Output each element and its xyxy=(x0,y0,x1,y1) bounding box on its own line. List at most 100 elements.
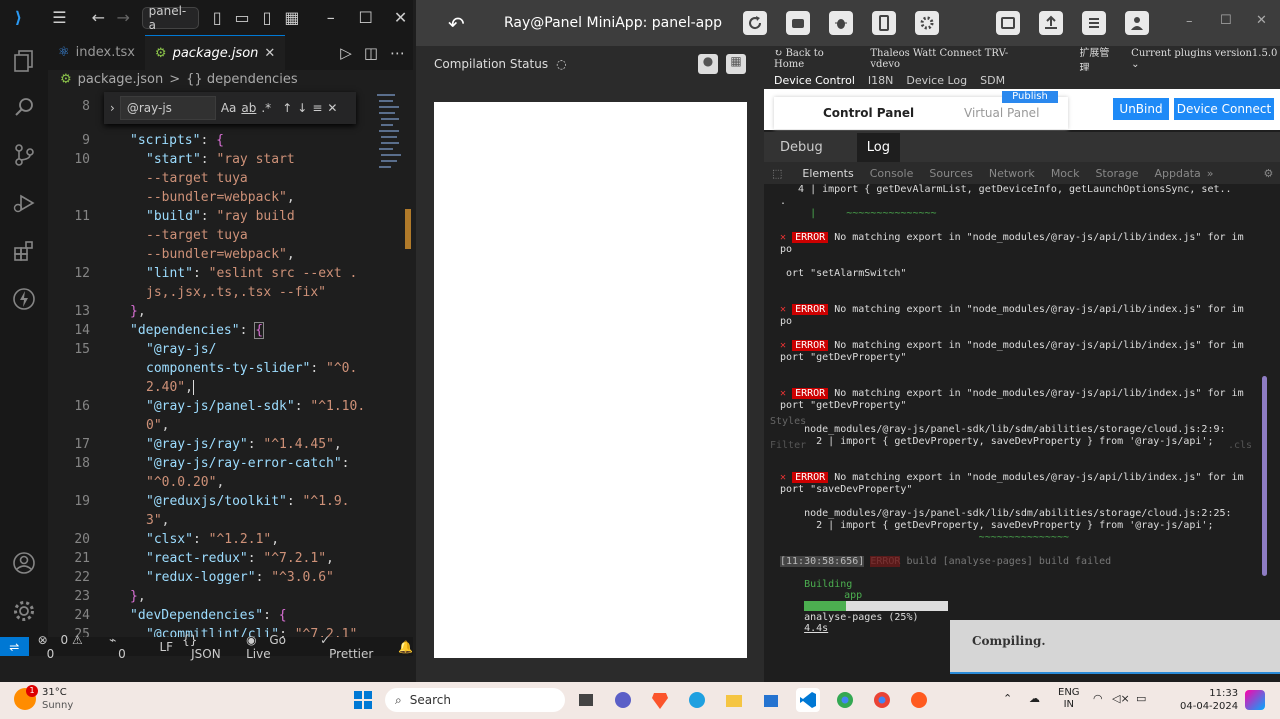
settings-gear-icon[interactable] xyxy=(8,595,40,627)
refresh-icon[interactable] xyxy=(743,11,767,35)
inspect-icon[interactable]: ⬚ xyxy=(772,167,782,180)
console-scrollbar[interactable] xyxy=(1262,376,1267,576)
ide-maximize-icon[interactable]: ☐ xyxy=(1220,13,1232,28)
run-icon[interactable]: ▷ xyxy=(334,35,358,70)
ide-close-icon[interactable]: ✕ xyxy=(1256,13,1267,28)
user-avatar-icon[interactable] xyxy=(1125,11,1149,35)
find-input[interactable]: @ray-js xyxy=(119,96,216,120)
unbind-button[interactable]: UnBind xyxy=(1113,98,1169,120)
miniapp-ide-taskbar-icon[interactable] xyxy=(907,688,931,712)
regex-icon[interactable]: .* xyxy=(261,101,271,115)
vscode-taskbar-icon[interactable] xyxy=(796,688,820,712)
extensions-icon[interactable] xyxy=(8,235,40,267)
tab-device-log[interactable]: Device Log xyxy=(906,74,967,87)
tab-mock[interactable]: Mock xyxy=(1051,167,1080,180)
toggle-replace-icon[interactable]: › xyxy=(110,101,115,115)
upload-icon[interactable] xyxy=(1039,11,1063,35)
forward-arrow-icon[interactable]: → xyxy=(111,5,136,31)
back-to-home-link[interactable]: ↻ Back to Home xyxy=(774,48,852,70)
user-icon[interactable]: ● xyxy=(698,54,718,74)
language-indicator[interactable]: ENG IN xyxy=(1058,687,1080,711)
command-center[interactable]: panel-a xyxy=(141,4,199,32)
menu-list-icon[interactable] xyxy=(1082,11,1106,35)
battery-icon[interactable]: ▭ xyxy=(1136,692,1146,705)
tab-sdm[interactable]: SDM xyxy=(980,74,1005,87)
toggle-secondary-sidebar-icon[interactable]: ▯ xyxy=(255,5,280,31)
editor-scrollbar[interactable] xyxy=(403,92,413,637)
previous-match-icon[interactable]: ↑ xyxy=(282,101,292,115)
tab-storage[interactable]: Storage xyxy=(1095,167,1138,180)
build-log-console[interactable]: 4 | import { getDevAlarmList, getDeviceI… xyxy=(764,184,1280,682)
ide-minimize-icon[interactable]: – xyxy=(1186,14,1193,29)
cls-toggle[interactable]: .cls xyxy=(1228,440,1252,451)
more-actions-icon[interactable]: ⋯ xyxy=(384,35,413,70)
publish-button[interactable]: Publish xyxy=(1002,91,1058,103)
windows-start-icon[interactable] xyxy=(351,688,375,712)
toggle-sidebar-icon[interactable]: ▯ xyxy=(205,5,230,31)
close-find-icon[interactable]: ✕ xyxy=(327,101,337,115)
find-in-selection-icon[interactable]: ≡ xyxy=(312,101,322,115)
tab-index-tsx[interactable]: ⚛ index.tsx xyxy=(48,35,145,70)
tab-i18n[interactable]: I18N xyxy=(868,74,893,87)
copilot-icon[interactable] xyxy=(1245,690,1265,710)
language-mode[interactable]: {} JSON xyxy=(182,633,237,661)
clock[interactable]: 11:33 04-04-2024 xyxy=(1180,687,1238,713)
back-arrow-icon[interactable]: ← xyxy=(86,5,111,31)
tab-elements[interactable]: Elements xyxy=(802,167,853,180)
file-explorer-icon[interactable] xyxy=(722,688,746,712)
close-tab-icon[interactable]: ✕ xyxy=(264,46,275,61)
settings-icon[interactable] xyxy=(915,11,939,35)
account-icon[interactable] xyxy=(8,547,40,579)
split-editor-icon[interactable]: ◫ xyxy=(358,35,384,70)
store-icon[interactable] xyxy=(759,688,783,712)
search-icon[interactable] xyxy=(8,91,40,123)
task-view-icon[interactable] xyxy=(574,688,598,712)
run-debug-icon[interactable] xyxy=(8,187,40,219)
brave-browser-icon[interactable] xyxy=(648,688,672,712)
taskbar-search[interactable]: ⌕ Search xyxy=(385,688,565,712)
source-control-icon[interactable] xyxy=(8,139,40,171)
explorer-icon[interactable] xyxy=(8,45,40,77)
onedrive-icon[interactable]: ☁ xyxy=(1029,692,1040,705)
simulator-screen[interactable] xyxy=(434,102,747,658)
problems-indicator[interactable]: ⊗ 0 ⚠ 0 xyxy=(38,633,101,661)
plugins-version-select[interactable]: Current plugins version1.5.0 ⌄ xyxy=(1131,48,1280,70)
tab-appdata[interactable]: Appdata xyxy=(1155,167,1201,180)
tab-device-control[interactable]: Device Control xyxy=(774,74,855,87)
log-tab[interactable]: Log xyxy=(856,132,900,162)
next-match-icon[interactable]: ↓ xyxy=(297,101,307,115)
phone-preview-icon[interactable] xyxy=(872,11,896,35)
prettier-button[interactable]: ✓ Prettier xyxy=(320,633,384,661)
notifications-bell-icon[interactable]: 🔔 xyxy=(398,640,413,654)
go-live-button[interactable]: ◉ Go Live xyxy=(246,633,311,661)
tab-network[interactable]: Network xyxy=(989,167,1035,180)
breadcrumb-node[interactable]: {} dependencies xyxy=(186,72,297,87)
maximize-icon[interactable]: ☐ xyxy=(353,5,378,31)
breadcrumb-file[interactable]: package.json xyxy=(78,72,164,87)
device-connect-button[interactable]: Device Connect xyxy=(1174,98,1274,120)
minimize-icon[interactable]: – xyxy=(318,5,343,31)
weather-condition[interactable]: Sunny xyxy=(42,700,73,711)
filter-input[interactable]: Filter xyxy=(770,440,806,451)
lightning-extension-icon[interactable] xyxy=(8,283,40,315)
code-editor[interactable]: 8 9 10 11 12 13 14 15 16 17 18 19 20 21 … xyxy=(48,92,403,637)
simulator-icon[interactable] xyxy=(786,11,810,35)
menu-icon[interactable]: ☰ xyxy=(47,5,72,31)
volume-icon[interactable]: ◁× xyxy=(1112,692,1130,705)
tab-sources[interactable]: Sources xyxy=(929,167,973,180)
tab-console[interactable]: Console xyxy=(870,167,914,180)
ports-indicator[interactable]: ⌁ 0 xyxy=(109,633,135,661)
tray-overflow-icon[interactable]: ⌃ xyxy=(1003,692,1012,705)
match-case-icon[interactable]: Aa xyxy=(221,101,237,115)
minimap[interactable] xyxy=(375,92,403,252)
chrome-icon[interactable] xyxy=(870,688,894,712)
more-tabs-icon[interactable]: » xyxy=(1207,167,1214,180)
close-window-icon[interactable]: ✕ xyxy=(388,5,413,31)
customize-layout-icon[interactable]: ▦ xyxy=(279,5,304,31)
devtools-settings-icon[interactable]: ⚙ xyxy=(1264,167,1274,180)
debug-bug-icon[interactable] xyxy=(829,11,853,35)
grid-icon[interactable]: ▦ xyxy=(726,54,746,74)
tab-package-json[interactable]: ⚙ package.json ✕ xyxy=(144,35,286,70)
edge-browser-icon[interactable] xyxy=(685,688,709,712)
undo-back-icon[interactable]: ↶ xyxy=(448,12,465,36)
